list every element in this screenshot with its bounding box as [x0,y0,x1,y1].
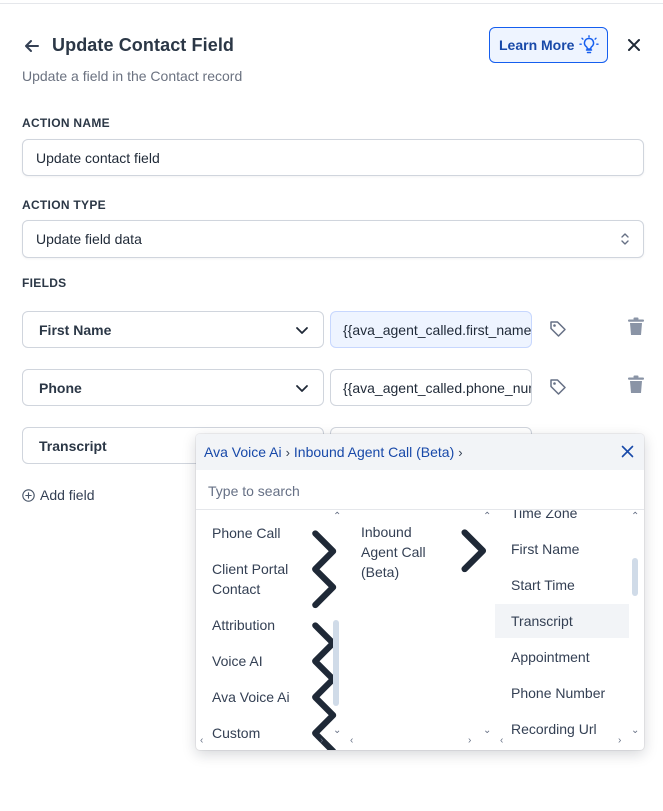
list-item[interactable]: Ava Voice Ai [212,687,290,707]
list-item[interactable]: Phone Number [511,683,605,703]
action-name-label: ACTION NAME [22,116,110,130]
breadcrumb-item[interactable]: Ava Voice Ai [204,444,282,460]
picker-search [196,472,644,510]
field-value-input[interactable]: {{ava_agent_called.phone_number}} [330,369,532,406]
list-item[interactable]: Custom [212,723,260,743]
list-item[interactable]: First Name [511,539,579,559]
field-select-label: First Name [39,321,112,338]
list-item[interactable]: Client Portal Contact [212,559,302,599]
trash-icon[interactable] [627,317,645,336]
scroll-up-icon[interactable]: ⌃ [483,512,491,522]
list-item[interactable]: Recording Url [511,719,597,739]
variable-picker: Ava Voice Ai › Inbound Agent Call (Beta)… [196,434,644,750]
add-field-label: Add field [40,487,95,503]
tag-icon[interactable] [549,378,567,396]
scroll-left-icon[interactable]: ‹ [500,736,503,746]
close-icon[interactable] [621,445,634,458]
scroll-down-icon[interactable]: ⌄ [333,726,341,736]
lightbulb-icon [579,35,599,54]
field-select-label: Phone [39,379,82,396]
action-name-input[interactable]: Update contact field [22,139,644,176]
field-select-first-name[interactable]: First Name [22,311,324,348]
scroll-down-icon[interactable]: ⌄ [631,726,639,736]
learn-more-button[interactable]: Learn More [489,27,608,63]
chevron-down-icon [296,327,308,334]
list-item[interactable]: Phone Call [212,523,281,543]
list-item[interactable]: Inbound Agent Call (Beta) [361,522,441,582]
field-select-label: Transcript [39,437,107,454]
picker-search-input[interactable] [208,482,632,499]
scroll-left-icon[interactable]: ‹ [200,736,203,746]
learn-more-label: Learn More [499,37,575,53]
chevron-down-icon [296,385,308,392]
top-divider [0,3,663,4]
scroll-right-icon[interactable]: › [468,736,471,746]
plus-circle-icon [22,488,35,502]
breadcrumb-item[interactable]: Inbound Agent Call (Beta) [294,444,454,460]
list-item[interactable]: Appointment [511,647,590,667]
field-select-phone[interactable]: Phone [22,369,324,406]
scroll-right-icon[interactable]: › [618,736,621,746]
trash-icon[interactable] [627,375,645,394]
list-item-selected[interactable]: Transcript [511,611,573,631]
scroll-up-icon[interactable]: ⌃ [333,512,341,522]
select-arrows-icon [621,233,629,245]
list-item[interactable]: Time Zone [511,510,577,523]
picker-column-1: Phone Call Client Portal Contact Attribu… [196,510,342,750]
page-title: Update Contact Field [52,35,235,55]
fields-label: FIELDS [22,276,67,290]
field-value-input[interactable]: {{ava_agent_called.first_name}} [330,311,532,348]
list-item[interactable]: Voice AI [212,651,263,671]
add-field-button[interactable]: Add field [22,487,94,503]
scrollbar[interactable] [632,558,638,596]
scrollbar[interactable] [333,620,339,706]
scroll-up-icon[interactable]: ⌃ [631,512,639,522]
scroll-right-icon[interactable]: › [320,736,323,746]
tag-icon[interactable] [549,320,567,338]
picker-column-3: Time Zone First Name Start Time Transcri… [494,510,644,750]
close-icon[interactable] [625,36,643,54]
chevron-right-icon: › [285,444,290,460]
scroll-left-icon[interactable]: ‹ [350,736,353,746]
picker-breadcrumb: Ava Voice Ai › Inbound Agent Call (Beta)… [196,434,644,470]
action-type-select[interactable]: Update field data [22,220,644,258]
chevron-right-icon [461,529,487,573]
picker-column-2: Inbound Agent Call (Beta) ⌃ ⌄ ‹ › [346,510,492,750]
action-type-value: Update field data [36,231,142,247]
chevron-right-icon [312,566,337,609]
action-type-label: ACTION TYPE [22,198,106,212]
list-item[interactable]: Start Time [511,575,575,595]
arrow-left-icon[interactable] [22,36,42,56]
chevron-right-icon: › [458,444,463,460]
page-subtitle: Update a field in the Contact record [22,68,243,84]
list-item[interactable]: Attribution [212,615,275,635]
scroll-down-icon[interactable]: ⌄ [483,726,491,736]
